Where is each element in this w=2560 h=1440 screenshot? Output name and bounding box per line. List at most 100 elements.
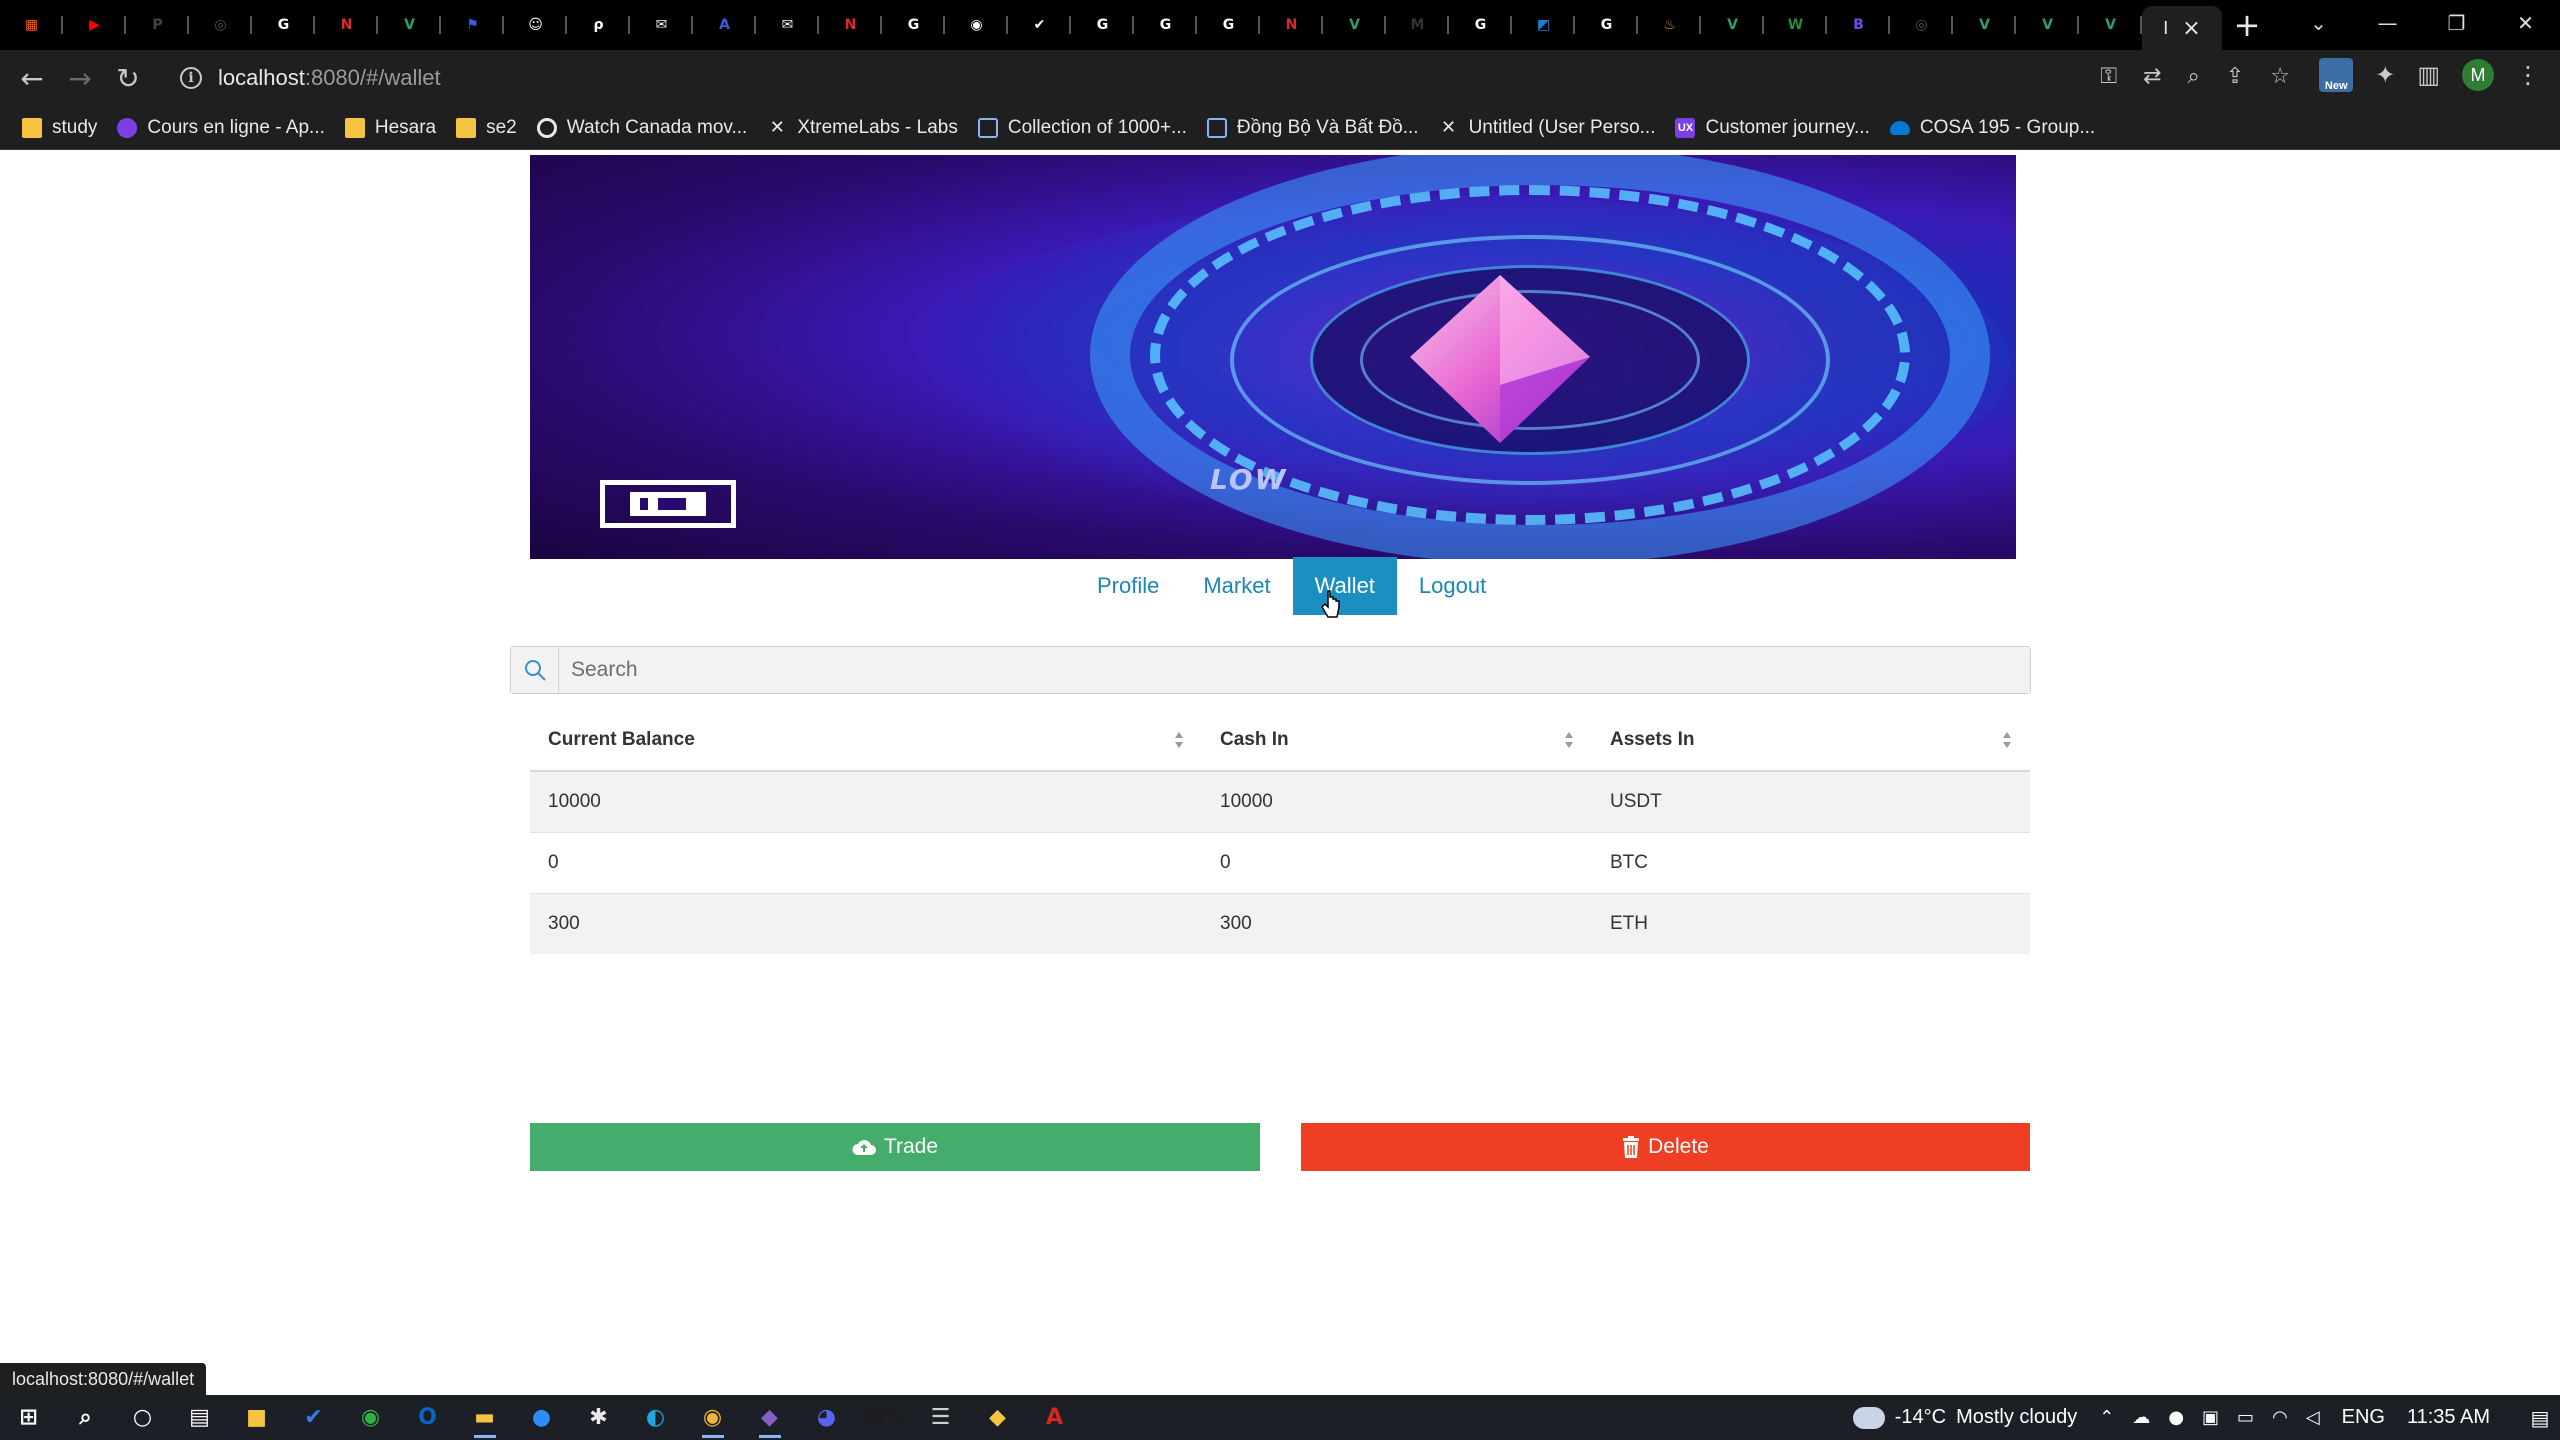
browser-tab[interactable]: V	[1953, 0, 2016, 50]
restore-button[interactable]: ❐	[2422, 11, 2491, 35]
close-window-button[interactable]: ✕	[2491, 11, 2560, 35]
browser-tab[interactable]: ◎	[1890, 0, 1953, 50]
browser-tab[interactable]: V	[1323, 0, 1386, 50]
browser-tab[interactable]: G	[1575, 0, 1638, 50]
bookmark-item[interactable]: ✕ XtremeLabs - Labs	[767, 117, 958, 139]
task-view-taskbar-button[interactable]: ▤	[171, 1395, 228, 1440]
webstorm-taskbar-button[interactable]: WS	[855, 1395, 912, 1440]
new-extension-icon[interactable]: New	[2319, 58, 2354, 92]
browser-tab[interactable]: ⚑	[441, 0, 504, 50]
reload-button[interactable]: ↻	[104, 54, 152, 102]
browser-tab[interactable]: ▶	[63, 0, 126, 50]
clock[interactable]: 11:35 AM	[2407, 1406, 2490, 1429]
browser-tab[interactable]: ◎	[189, 0, 252, 50]
forward-button[interactable]: →	[56, 54, 104, 102]
microphone-icon[interactable]: ●	[2168, 1407, 2184, 1428]
column-header[interactable]: Current Balance	[530, 709, 1202, 772]
menu-kebab-icon[interactable]: ⋮	[2516, 61, 2540, 89]
table-row[interactable]: 0 0 BTC	[530, 831, 2030, 893]
browser-tab[interactable]: M	[1386, 0, 1449, 50]
browser-tab[interactable]: ✔	[1008, 0, 1071, 50]
chrome-taskbar-button[interactable]: ◉	[684, 1395, 741, 1440]
browser-tab[interactable]: G	[1134, 0, 1197, 50]
git-taskbar-button[interactable]: ◆	[969, 1395, 1026, 1440]
close-tab-icon[interactable]: ×	[2182, 16, 2200, 41]
battery-icon[interactable]: ▭	[2237, 1407, 2254, 1428]
profile-avatar[interactable]: M	[2462, 59, 2494, 91]
acrobat-taskbar-button[interactable]: A	[1026, 1395, 1083, 1440]
bookmark-item[interactable]: Cours en ligne - Ap...	[117, 117, 325, 139]
browser-tab[interactable]: P	[126, 0, 189, 50]
site-info-icon[interactable]: i	[180, 67, 202, 89]
browser-tab[interactable]: G	[882, 0, 945, 50]
minimize-button[interactable]: —	[2353, 11, 2422, 35]
bookmark-item[interactable]: UX Customer journey...	[1675, 117, 1870, 139]
edge-taskbar-button[interactable]: ◐	[627, 1395, 684, 1440]
nav-logout[interactable]: Logout	[1397, 557, 1508, 615]
nav-wallet[interactable]: Wallet	[1292, 557, 1397, 615]
browser-tab[interactable]: G	[1071, 0, 1134, 50]
browser-tab[interactable]: ♨	[1638, 0, 1701, 50]
volume-icon[interactable]: ◁	[2306, 1407, 2320, 1428]
bookmark-item[interactable]: Collection of 1000+...	[977, 117, 1187, 139]
browser-tab[interactable]: A	[693, 0, 756, 50]
share-icon[interactable]: ⇪	[2226, 64, 2244, 89]
browser-tab[interactable]: ◩	[1512, 0, 1575, 50]
trade-button[interactable]: Trade	[530, 1123, 1260, 1171]
browser-tab[interactable]: ▦	[0, 0, 63, 50]
bookmark-item[interactable]: Đồng Bộ Và Bất Đồ...	[1206, 117, 1419, 139]
browser-tab[interactable]: ✉	[756, 0, 819, 50]
side-panel-icon[interactable]: ▥	[2417, 61, 2440, 89]
file-explorer-taskbar-button[interactable]: ▬	[456, 1395, 513, 1440]
browser-tab[interactable]: W	[1764, 0, 1827, 50]
nav-market[interactable]: Market	[1181, 557, 1292, 615]
address-url[interactable]: localhost:8080/#/wallet	[218, 65, 441, 91]
browser-tab[interactable]: ρ	[567, 0, 630, 50]
search-taskbar-button[interactable]: ⌕	[57, 1395, 114, 1440]
browser-tab[interactable]: ✉	[630, 0, 693, 50]
browser-tab[interactable]: ☺	[504, 0, 567, 50]
browser-tab[interactable]: V	[378, 0, 441, 50]
windows-start-taskbar-button[interactable]: ⊞	[0, 1395, 57, 1440]
browser-tab[interactable]: G	[252, 0, 315, 50]
visual-studio-taskbar-button[interactable]: ◆	[741, 1395, 798, 1440]
chevron-up-icon[interactable]: ⌃	[2099, 1407, 2114, 1428]
browser-tab[interactable]: ◉	[945, 0, 1008, 50]
meet-now-icon[interactable]: ▣	[2202, 1407, 2219, 1428]
new-tab-button[interactable]: +	[2222, 6, 2272, 44]
notification-icon[interactable]: ▤	[2520, 1406, 2560, 1430]
bookmark-item[interactable]: study	[22, 117, 97, 139]
onedrive-icon[interactable]: ☁	[2132, 1407, 2150, 1428]
browser-tab[interactable]: V	[2079, 0, 2142, 50]
delete-button[interactable]: Delete	[1301, 1123, 2030, 1171]
translate-icon[interactable]: ⇄	[2143, 64, 2161, 89]
table-row[interactable]: 10000 10000 USDT	[530, 770, 2030, 832]
slack-taskbar-button[interactable]: ✱	[570, 1395, 627, 1440]
xbox-taskbar-button[interactable]: ◉	[342, 1395, 399, 1440]
discord-taskbar-button[interactable]: ◕	[798, 1395, 855, 1440]
active-tab[interactable]: I ×	[2142, 6, 2222, 50]
weather-widget[interactable]: -14°C Mostly cloudy	[1848, 1398, 2077, 1429]
bookmark-item[interactable]: ✕ Untitled (User Perso...	[1439, 117, 1655, 139]
tab-search-chevron-icon[interactable]: ⌄	[2284, 11, 2353, 35]
browser-tab[interactable]: N	[315, 0, 378, 50]
bookmark-item[interactable]: COSA 195 - Group...	[1889, 117, 2095, 139]
browser-tab[interactable]: V	[2016, 0, 2079, 50]
sticky-notes-taskbar-button[interactable]: ■	[228, 1395, 285, 1440]
address-bar[interactable]: i localhost:8080/#/wallet	[160, 56, 2250, 100]
table-row[interactable]: 300 300 ETH	[530, 892, 2030, 954]
wifi-icon[interactable]: ◠	[2272, 1407, 2288, 1428]
column-header[interactable]: Cash In	[1202, 709, 1592, 772]
bookmark-item[interactable]: Watch Canada mov...	[536, 117, 747, 139]
back-button[interactable]: ←	[8, 54, 56, 102]
column-header[interactable]: Assets In	[1592, 709, 2030, 772]
browser-tab[interactable]: B	[1827, 0, 1890, 50]
cortana-taskbar-button[interactable]: ○	[114, 1395, 171, 1440]
nav-profile[interactable]: Profile	[1075, 557, 1181, 615]
zoom-icon[interactable]: ⌕	[2188, 64, 2200, 89]
browser-tab[interactable]: G	[1197, 0, 1260, 50]
bookmark-star-icon[interactable]: ☆	[2270, 64, 2290, 89]
zoom-taskbar-button[interactable]: ●	[513, 1395, 570, 1440]
browser-tab[interactable]: N	[819, 0, 882, 50]
search-input[interactable]	[559, 647, 2030, 693]
